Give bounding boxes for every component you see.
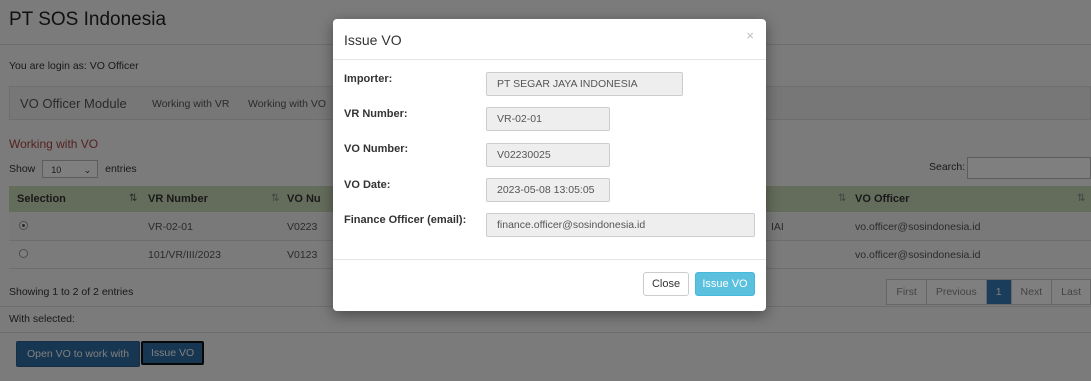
vo-number-field[interactable]: V02230025	[486, 143, 610, 167]
finance-officer-field[interactable]: finance.officer@sosindonesia.id	[486, 213, 755, 237]
issue-vo-dialog: Issue VO × Importer: PT SEGAR JAYA INDON…	[333, 19, 766, 311]
vo-number-label: VO Number:	[344, 143, 409, 155]
vo-date-field[interactable]: 2023-05-08 13:05:05	[486, 178, 610, 202]
dialog-header-divider	[333, 59, 766, 60]
importer-field[interactable]: PT SEGAR JAYA INDONESIA	[486, 72, 683, 96]
close-button[interactable]: Close	[643, 272, 689, 296]
vo-date-label: VO Date:	[344, 179, 391, 191]
dialog-footer-divider	[333, 259, 766, 260]
finance-officer-label: Finance Officer (email):	[344, 214, 467, 226]
close-icon[interactable]: ×	[746, 28, 754, 43]
issue-vo-confirm-button[interactable]: Issue VO	[695, 272, 755, 296]
vr-number-field[interactable]: VR-02-01	[486, 107, 610, 131]
importer-label: Importer:	[344, 73, 393, 85]
dialog-title: Issue VO	[344, 32, 402, 48]
vr-number-label: VR Number:	[344, 108, 408, 120]
